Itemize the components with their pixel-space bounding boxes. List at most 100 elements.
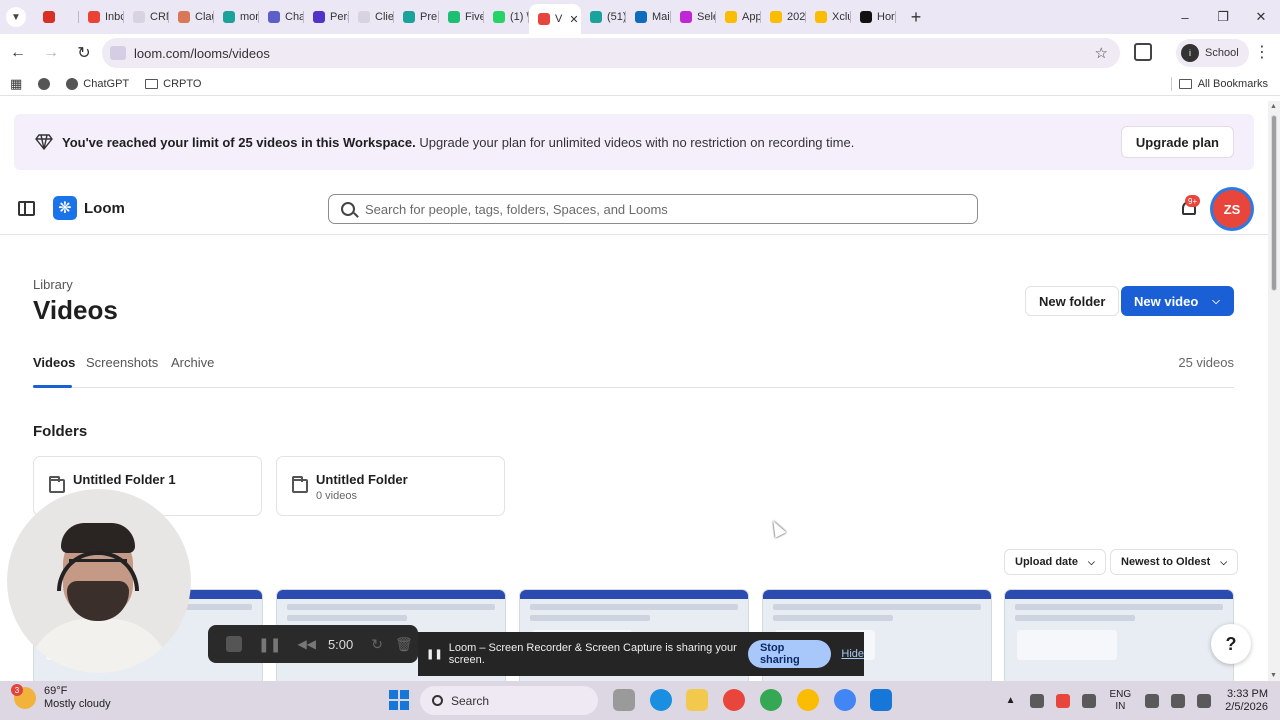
site-info-icon[interactable] xyxy=(110,46,126,60)
scroll-up-icon[interactable]: ▲ xyxy=(1270,103,1277,110)
browser-tab[interactable]: Cha xyxy=(259,3,304,31)
chrome-icon[interactable] xyxy=(723,689,745,711)
scroll-down-icon[interactable]: ▼ xyxy=(1270,672,1277,679)
page-scrollbar[interactable]: ▲ ▼ xyxy=(1268,101,1280,681)
browser-tab[interactable] xyxy=(34,3,79,31)
tab-close-icon[interactable]: ✕ xyxy=(569,13,578,26)
browser-tab[interactable]: (1) \ xyxy=(484,3,529,31)
tab-search-button[interactable]: ▼ xyxy=(6,7,26,27)
sidebar-toggle-icon[interactable] xyxy=(18,201,35,216)
all-bookmarks-button[interactable]: All Bookmarks xyxy=(1178,78,1268,90)
task-view-icon[interactable] xyxy=(613,689,635,711)
browser-tab[interactable]: Clie xyxy=(349,3,394,31)
browser-tab[interactable]: CRM xyxy=(124,3,169,31)
language-indicator[interactable]: ENG IN xyxy=(1110,689,1132,713)
browser-tab[interactable]: Inbc xyxy=(79,3,124,31)
sort-field-dropdown[interactable]: Upload date ⌵ xyxy=(1004,549,1106,575)
app-icon[interactable] xyxy=(870,689,892,711)
arrow-left-icon: ← xyxy=(10,44,26,61)
clock[interactable]: 3:33 PM 2/5/2026 xyxy=(1225,688,1268,714)
video-thumbnail[interactable] xyxy=(1004,589,1234,681)
upgrade-plan-button[interactable]: Upgrade plan xyxy=(1120,126,1234,158)
bookmark-chatgpt[interactable]: ChatGPT xyxy=(66,77,129,90)
folder-card[interactable]: Untitled Folder 0 videos xyxy=(276,456,505,516)
stop-recording-icon[interactable] xyxy=(226,636,242,652)
browser-tab[interactable]: Hor xyxy=(851,3,896,31)
forward-button[interactable]: → xyxy=(36,38,66,68)
browser-tab[interactable]: (51) xyxy=(581,3,626,31)
rewind-icon[interactable]: ◀◀ xyxy=(297,637,315,651)
browser-tab[interactable]: Five xyxy=(439,3,484,31)
minimize-icon[interactable]: – xyxy=(1166,0,1204,34)
new-folder-button[interactable]: New folder xyxy=(1025,286,1120,316)
tab-favicon-icon xyxy=(725,11,737,23)
browser-tab[interactable]: App xyxy=(716,3,761,31)
browser-menu-icon[interactable]: ⋮ xyxy=(1254,42,1270,62)
bookmark-star-icon[interactable]: ☆ xyxy=(1095,44,1108,62)
trash-icon[interactable]: 🗑 xyxy=(395,636,413,653)
tab-label: (1) \ xyxy=(510,11,529,23)
search-input[interactable] xyxy=(365,201,945,217)
reload-button[interactable]: ↻ xyxy=(69,38,99,68)
new-tab-button[interactable]: + xyxy=(904,5,928,29)
browser-tab[interactable]: Mai xyxy=(626,3,671,31)
browser-tab[interactable]: mor xyxy=(214,3,259,31)
breadcrumb[interactable]: Library xyxy=(33,277,73,292)
edge-icon[interactable] xyxy=(650,689,672,711)
browser-tab[interactable]: Xclu xyxy=(806,3,851,31)
chrome-profile-icon[interactable] xyxy=(834,689,856,711)
page-title: Videos xyxy=(33,295,118,325)
pause-icon[interactable]: ❚❚ xyxy=(258,636,281,653)
profile-label: School xyxy=(1205,47,1239,59)
weather-widget[interactable]: 3 69°F Mostly cloudy xyxy=(11,684,111,711)
tray-app-icon[interactable] xyxy=(1055,693,1070,708)
taskbar-search[interactable]: Search xyxy=(420,686,598,715)
browser-tab[interactable]: Sele xyxy=(671,3,716,31)
profile-button[interactable]: i School xyxy=(1176,39,1249,67)
chrome-profile-icon[interactable] xyxy=(797,689,819,711)
search-box[interactable] xyxy=(328,194,978,224)
tab-label: Clie xyxy=(375,11,394,23)
folder-name: Untitled Folder 1 xyxy=(73,472,176,487)
recording-timer: 5:00 xyxy=(327,636,354,652)
loom-logo[interactable]: ❋ Loom xyxy=(53,196,125,220)
browser-tab[interactable]: Pers xyxy=(304,3,349,31)
extensions-icon[interactable] xyxy=(1134,43,1152,61)
chrome-profile-icon[interactable] xyxy=(760,689,782,711)
address-bar[interactable]: loom.com/looms/videos ☆ xyxy=(102,38,1120,68)
sort-order-dropdown[interactable]: Newest to Oldest ⌵ xyxy=(1110,549,1239,575)
file-explorer-icon[interactable] xyxy=(686,689,708,711)
browser-tab[interactable]: 202 xyxy=(761,3,806,31)
bookmark-globe[interactable] xyxy=(38,77,51,90)
tray-app-icon[interactable] xyxy=(1029,693,1044,708)
windows-start-icon[interactable] xyxy=(389,690,409,710)
webcam-bubble[interactable] xyxy=(7,489,191,673)
user-avatar[interactable]: ZS xyxy=(1213,190,1251,228)
stop-sharing-button[interactable]: Stop sharing xyxy=(747,640,832,668)
back-button[interactable]: ← xyxy=(3,38,33,68)
bookmark-crpto[interactable]: CRPTO xyxy=(145,78,201,90)
battery-icon[interactable] xyxy=(1197,693,1212,708)
tab-label: Hor xyxy=(877,11,895,23)
volume-icon[interactable] xyxy=(1171,693,1186,708)
browser-tab[interactable]: Pre xyxy=(394,3,439,31)
browser-tab[interactable]: Clau xyxy=(169,3,214,31)
scrollbar-thumb[interactable] xyxy=(1271,115,1277,291)
microphone-icon[interactable] xyxy=(1081,693,1096,708)
apps-grid-icon[interactable]: ▦ xyxy=(10,76,22,92)
hide-link[interactable]: Hide xyxy=(841,648,864,660)
tab-videos[interactable]: Videos xyxy=(33,355,75,370)
restart-icon[interactable]: ↻ xyxy=(371,636,383,653)
wifi-icon[interactable] xyxy=(1145,693,1160,708)
tab-screenshots[interactable]: Screenshots xyxy=(86,355,158,370)
new-video-button[interactable]: New video ⌵ xyxy=(1121,286,1234,316)
close-window-icon[interactable]: ✕ xyxy=(1242,0,1280,34)
tab-archive[interactable]: Archive xyxy=(171,355,214,370)
help-button[interactable]: ? xyxy=(1211,624,1251,664)
weather-icon: 3 xyxy=(11,684,36,709)
browser-tab-active[interactable]: V ✕ xyxy=(529,4,581,34)
chevron-up-icon[interactable]: ▲ xyxy=(1006,695,1016,706)
maximize-icon[interactable]: ❐ xyxy=(1204,0,1242,34)
tab-label: Mai xyxy=(652,11,670,23)
url-text[interactable]: loom.com/looms/videos xyxy=(134,46,270,61)
